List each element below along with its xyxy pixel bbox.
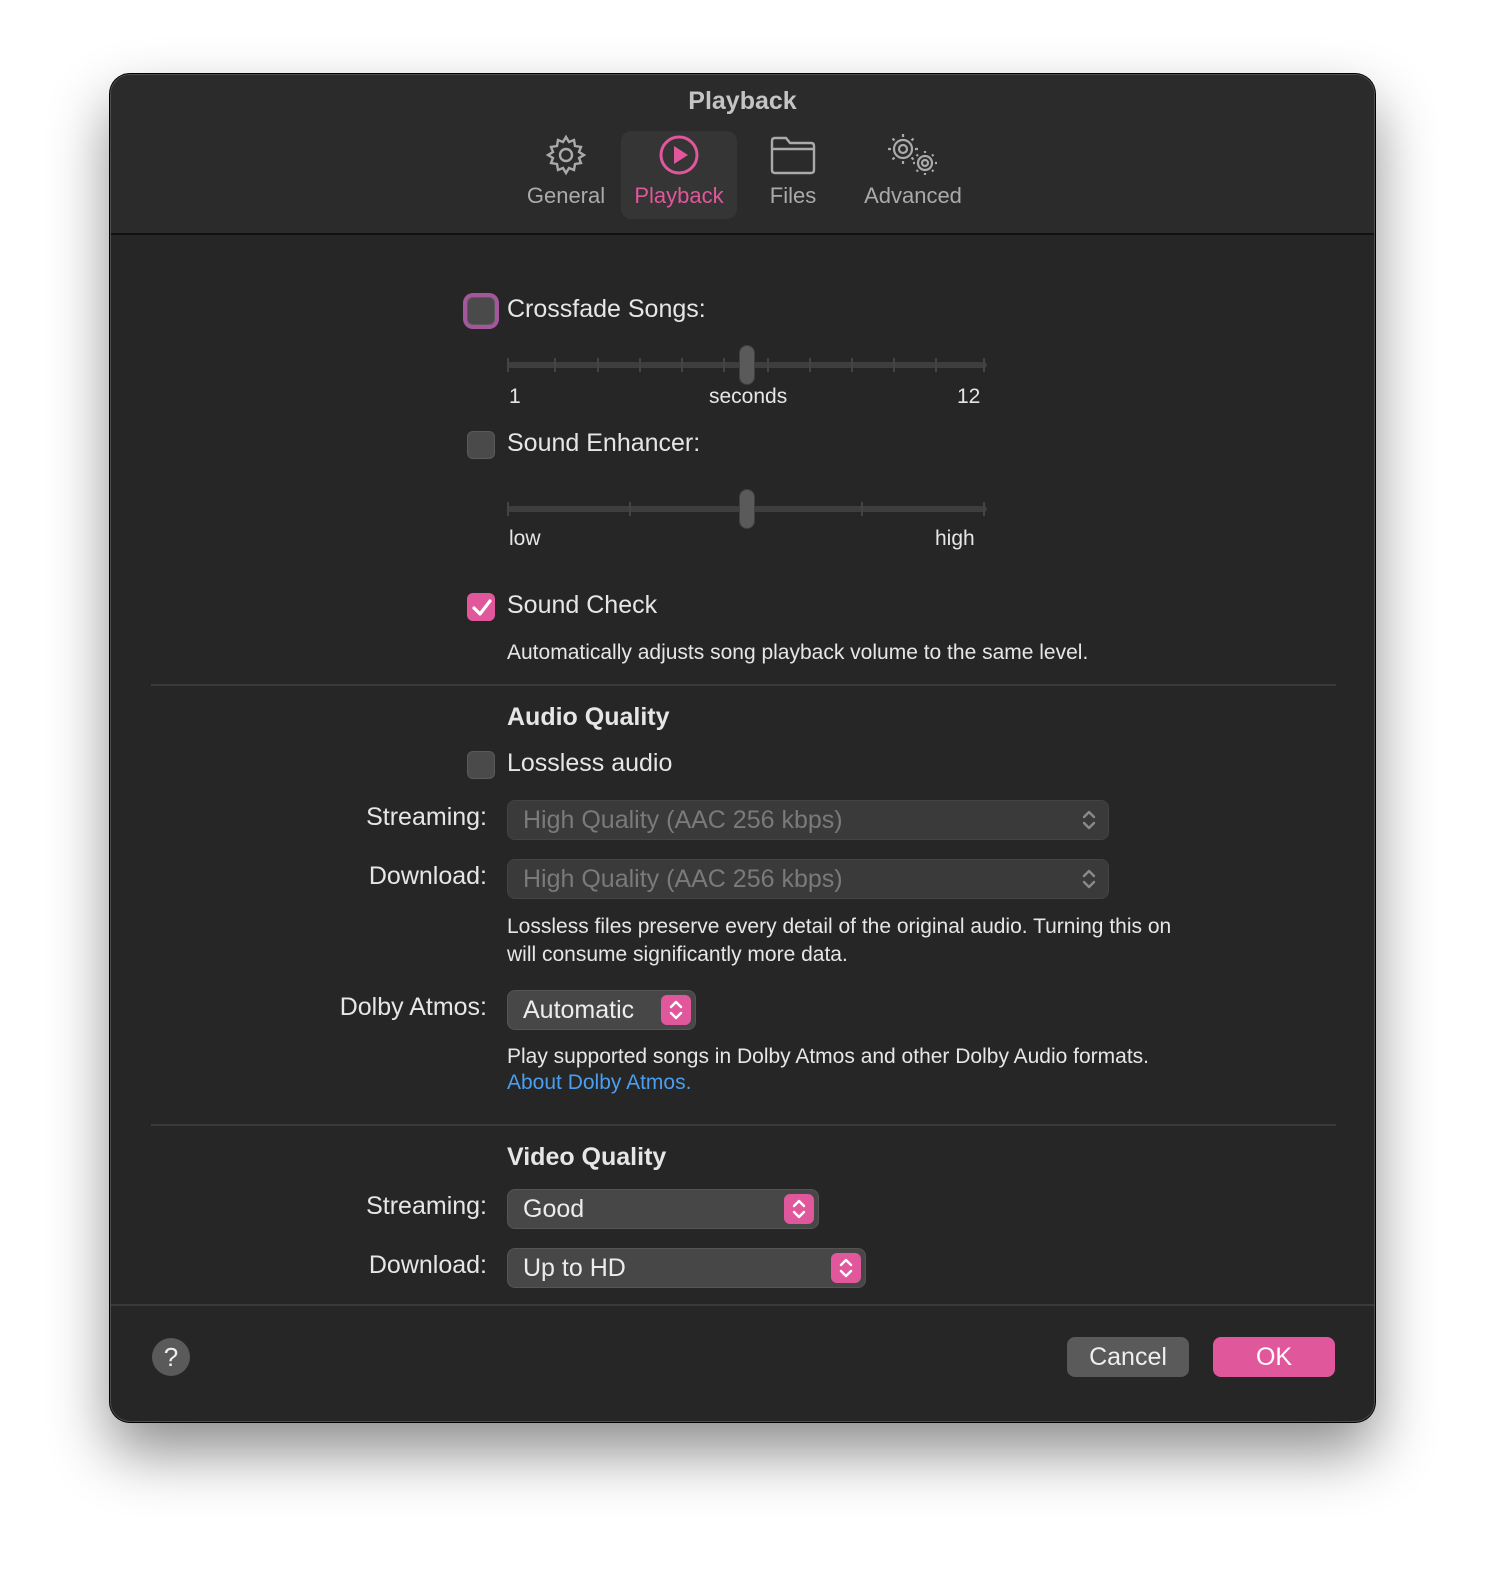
slider-tick	[507, 358, 509, 372]
dolby-atmos-value: Automatic	[523, 996, 635, 1024]
chevron-updown-icon	[784, 1194, 814, 1224]
tab-playback-label: Playback	[634, 183, 724, 208]
tab-files[interactable]: Files	[751, 131, 835, 219]
slider-tick	[861, 502, 863, 516]
audio-streaming-value: High Quality (AAC 256 kbps)	[523, 806, 843, 834]
sound-check-checkbox[interactable]	[467, 593, 495, 621]
lossless-audio-label: Lossless audio	[507, 749, 673, 777]
crossfade-slider-knob[interactable]	[739, 345, 755, 385]
gears-icon	[885, 131, 941, 179]
sound-check-description: Automatically adjusts song playback volu…	[507, 641, 1089, 664]
sound-enhancer-min-label: low	[509, 527, 541, 550]
lossless-note-line2: will consume significantly more data.	[507, 943, 848, 966]
dolby-atmos-label: Dolby Atmos:	[339, 993, 487, 1021]
checkmark-icon	[472, 599, 492, 616]
dolby-atmos-note: Play supported songs in Dolby Atmos and …	[507, 1045, 1150, 1068]
tab-advanced-label: Advanced	[864, 183, 962, 208]
help-button[interactable]: ?	[152, 1338, 190, 1376]
video-streaming-select[interactable]: Good	[507, 1189, 819, 1229]
tab-general[interactable]: General	[513, 131, 619, 219]
window-title: Playback	[688, 87, 797, 115]
slider-tick	[629, 502, 631, 516]
video-streaming-value: Good	[523, 1195, 585, 1223]
sound-enhancer-max-label: high	[935, 527, 975, 550]
slider-tick	[507, 502, 509, 516]
tab-playback[interactable]: Playback	[621, 131, 737, 219]
chevron-updown-icon	[1074, 805, 1104, 835]
chevron-updown-icon	[831, 1253, 861, 1283]
tab-advanced[interactable]: Advanced	[855, 131, 971, 219]
lossless-note-line1: Lossless files preserve every detail of …	[507, 915, 1172, 938]
ok-button[interactable]: OK	[1213, 1337, 1335, 1377]
slider-tick	[681, 358, 683, 372]
audio-streaming-label: Streaming:	[366, 803, 487, 831]
slider-tick	[639, 358, 641, 372]
tab-general-label: General	[526, 183, 606, 208]
slider-tick	[893, 358, 895, 372]
about-dolby-atmos-link[interactable]: About Dolby Atmos.	[507, 1071, 691, 1095]
footer-divider	[111, 1304, 1374, 1306]
slider-tick	[935, 358, 937, 372]
crossfade-checkbox[interactable]	[467, 297, 495, 325]
audio-streaming-select[interactable]: High Quality (AAC 256 kbps)	[507, 800, 1109, 840]
tab-files-label: Files	[769, 183, 817, 208]
section-divider	[151, 1124, 1336, 1126]
audio-download-label: Download:	[368, 862, 487, 890]
lossless-audio-checkbox[interactable]	[467, 751, 495, 779]
slider-tick	[723, 358, 725, 372]
video-download-value: Up to HD	[523, 1254, 626, 1282]
video-quality-heading: Video Quality	[507, 1143, 667, 1171]
slider-tick	[554, 358, 556, 372]
dolby-atmos-select[interactable]: Automatic	[507, 990, 696, 1030]
slider-tick	[767, 358, 769, 372]
gear-icon	[538, 131, 594, 179]
crossfade-max-label: 12	[957, 385, 981, 408]
folder-icon	[765, 131, 821, 179]
sound-check-label: Sound Check	[507, 591, 658, 619]
chevron-updown-icon	[1074, 864, 1104, 894]
toolbar: Playback General Playback Files Advanced	[111, 75, 1374, 235]
slider-tick	[597, 358, 599, 372]
audio-download-value: High Quality (AAC 256 kbps)	[523, 865, 843, 893]
slider-tick	[809, 358, 811, 372]
crossfade-slider[interactable]	[507, 345, 987, 385]
crossfade-unit-label: seconds	[709, 385, 788, 408]
sound-enhancer-slider[interactable]	[507, 489, 987, 529]
crossfade-label: Crossfade Songs:	[507, 295, 706, 323]
video-download-label: Download:	[368, 1251, 487, 1279]
sound-enhancer-label: Sound Enhancer:	[507, 429, 701, 457]
cancel-button[interactable]: Cancel	[1067, 1337, 1189, 1377]
chevron-updown-icon	[661, 995, 691, 1025]
sound-enhancer-checkbox[interactable]	[467, 431, 495, 459]
slider-tick	[983, 358, 985, 372]
audio-quality-heading: Audio Quality	[507, 703, 670, 731]
preferences-window: Playback General Playback Files Advanced…	[110, 74, 1375, 1422]
video-streaming-label: Streaming:	[366, 1192, 487, 1220]
section-divider	[151, 684, 1336, 686]
slider-tick	[983, 502, 985, 516]
crossfade-min-label: 1	[509, 385, 521, 408]
video-download-select[interactable]: Up to HD	[507, 1248, 866, 1288]
play-circle-icon	[651, 131, 707, 179]
sound-enhancer-slider-knob[interactable]	[739, 489, 755, 529]
slider-tick	[851, 358, 853, 372]
audio-download-select[interactable]: High Quality (AAC 256 kbps)	[507, 859, 1109, 899]
